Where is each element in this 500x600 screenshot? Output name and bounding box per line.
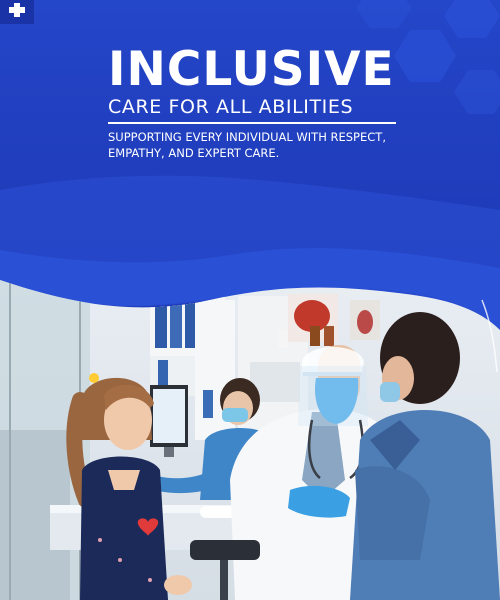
- headline-title: INCLUSIVE: [108, 42, 395, 97]
- poster: INCLUSIVE CARE FOR ALL ABILITIES SUPPORT…: [0, 0, 500, 600]
- tagline-line-1: SUPPORTING EVERY INDIVIDUAL WITH RESPECT…: [108, 130, 386, 144]
- headline-divider: [108, 122, 396, 124]
- tagline-line-2: EMPATHY, AND EXPERT CARE.: [108, 146, 280, 160]
- headline-block: INCLUSIVE CARE FOR ALL ABILITIES SUPPORT…: [108, 46, 408, 161]
- tagline: SUPPORTING EVERY INDIVIDUAL WITH RESPECT…: [108, 129, 408, 161]
- headline-subtitle: CARE FOR ALL ABILITIES: [108, 96, 354, 118]
